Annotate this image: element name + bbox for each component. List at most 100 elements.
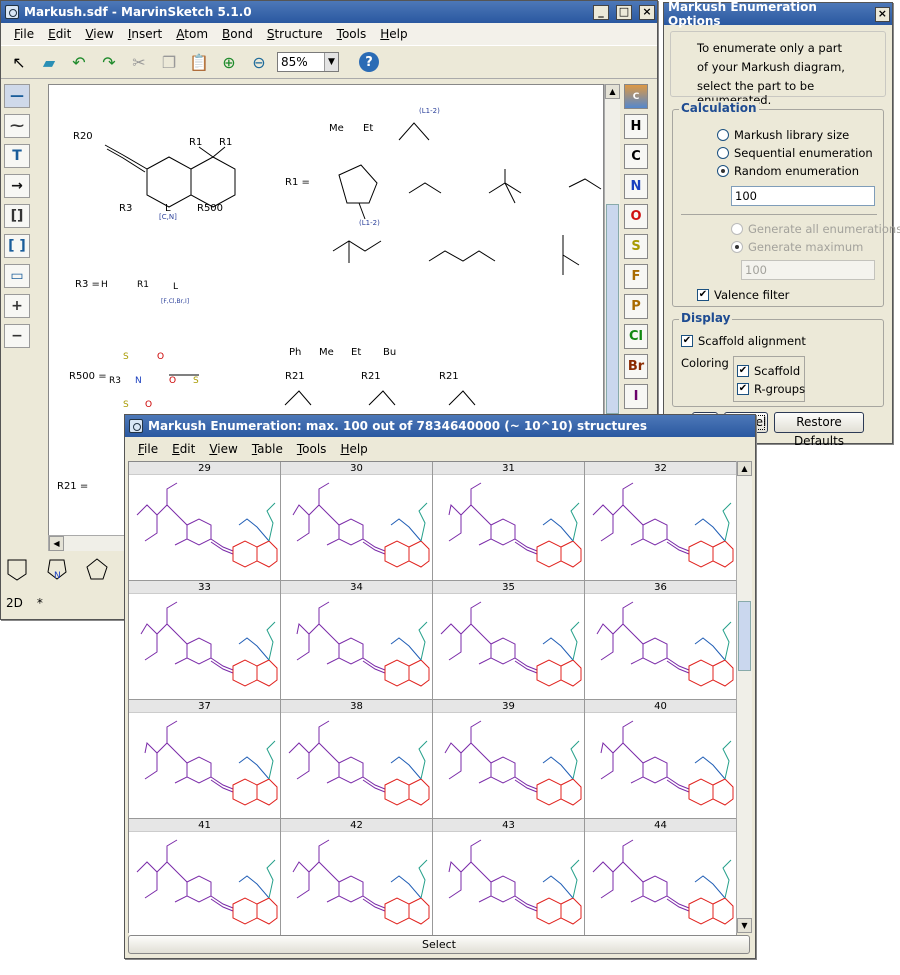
increase-charge-tool[interactable]: + (4, 294, 30, 318)
chevron-down-icon[interactable]: ▼ (324, 53, 338, 71)
menu-view[interactable]: View (78, 27, 120, 41)
select-button[interactable]: Select (128, 935, 750, 954)
structure-cell[interactable]: 44 (585, 819, 737, 938)
element-palette: C H C N O S F P Cl Br I (624, 84, 652, 409)
zoom-select[interactable]: 85% ▼ (277, 52, 339, 72)
element-br[interactable]: Br (624, 354, 648, 379)
minimize-button[interactable]: _ (593, 4, 609, 20)
element-cl[interactable]: Cl (624, 324, 648, 349)
menu-tools[interactable]: Tools (330, 27, 374, 41)
grid-scroll-up-icon[interactable]: ▲ (737, 461, 752, 476)
chain-tool[interactable]: ⁓ (4, 114, 30, 138)
radio-sequential[interactable]: Sequential enumeration (717, 146, 873, 160)
text-tool[interactable]: T (4, 144, 30, 168)
menu-bond[interactable]: Bond (215, 27, 260, 41)
bracket-n-tool[interactable]: [] (4, 204, 30, 228)
pyrrole-template-icon[interactable]: N (44, 556, 70, 582)
menu-help[interactable]: Help (373, 27, 414, 41)
enum-menu-view[interactable]: View (202, 442, 244, 456)
structure-cell[interactable]: 37 (129, 700, 281, 819)
structure-cell[interactable]: 41 (129, 819, 281, 938)
grid-scroll-thumb[interactable] (738, 601, 751, 671)
grid-scroll-down-icon[interactable]: ▼ (737, 918, 752, 933)
undo-icon[interactable]: ↶ (67, 50, 91, 74)
structure-cell[interactable]: 29 (129, 462, 281, 581)
radio-generate-all[interactable]: Generate all enumerations (731, 222, 900, 236)
decrease-charge-tool[interactable]: − (4, 324, 30, 348)
canvas-horizontal-scrollbar[interactable]: ◀ (48, 535, 128, 551)
structure-cell[interactable]: 31 (433, 462, 585, 581)
element-o[interactable]: O (624, 204, 648, 229)
checkmark-icon: ✔ (681, 335, 693, 347)
arrow-tool[interactable]: → (4, 174, 30, 198)
menu-structure[interactable]: Structure (260, 27, 330, 41)
structure-cell[interactable]: 36 (585, 581, 737, 700)
enum-menu-tools[interactable]: Tools (290, 442, 334, 456)
menu-edit[interactable]: Edit (41, 27, 78, 41)
rectangle-tool[interactable]: ▭ (4, 264, 30, 288)
radio-random[interactable]: Random enumeration (717, 164, 859, 178)
scroll-up-icon[interactable]: ▲ (605, 84, 620, 99)
options-close-button[interactable]: × (874, 6, 890, 22)
max-count-field[interactable]: 100 (741, 260, 875, 280)
redo-icon[interactable]: ↷ (97, 50, 121, 74)
select-arrow-icon[interactable]: ↖ (7, 50, 31, 74)
element-f[interactable]: F (624, 264, 648, 289)
element-i[interactable]: I (624, 384, 648, 409)
enumeration-count-field[interactable]: 100 (731, 186, 875, 206)
structure-cell[interactable]: 33 (129, 581, 281, 700)
maximize-button[interactable]: □ (616, 4, 632, 20)
structure-cell[interactable]: 35 (433, 581, 585, 700)
grid-vertical-scrollbar[interactable]: ▲ ▼ (736, 461, 752, 933)
structure-cell[interactable]: 34 (281, 581, 433, 700)
zoom-out-icon[interactable]: ⊖ (247, 50, 271, 74)
copy-icon[interactable]: ❐ (157, 50, 181, 74)
restore-defaults-button[interactable]: Restore Defaults (774, 412, 864, 448)
eraser-icon[interactable]: ▰ (37, 50, 61, 74)
bracket-tool[interactable]: [ ] (4, 234, 30, 258)
enumeration-title-bar[interactable]: Markush Enumeration: max. 100 out of 783… (125, 415, 755, 437)
main-title-bar[interactable]: Markush.sdf - MarvinSketch 5.1.0 _ □ × (1, 1, 657, 23)
close-button[interactable]: × (639, 4, 655, 20)
coloring-rgroups-checkbox[interactable]: ✔ R-groups (737, 382, 805, 396)
menu-insert[interactable]: Insert (121, 27, 169, 41)
radio-library-size[interactable]: Markush library size (717, 128, 849, 142)
label-bu: Bu (383, 347, 396, 358)
structure-cell[interactable]: 42 (281, 819, 433, 938)
single-bond-tool[interactable]: — (4, 84, 30, 108)
structure-cell[interactable]: 43 (433, 819, 585, 938)
help-icon[interactable]: ? (359, 52, 379, 72)
structure-cell-number: 35 (433, 581, 584, 594)
scroll-thumb[interactable] (606, 204, 619, 414)
structure-cell[interactable]: 40 (585, 700, 737, 819)
radio-generate-max[interactable]: Generate maximum (731, 240, 863, 254)
coloring-scaffold-checkbox[interactable]: ✔ Scaffold (737, 364, 800, 378)
element-c[interactable]: C (624, 144, 648, 169)
element-n[interactable]: N (624, 174, 648, 199)
enum-menu-help[interactable]: Help (333, 442, 374, 456)
enum-menu-file[interactable]: File (131, 442, 165, 456)
structure-cell[interactable]: 39 (433, 700, 585, 819)
label-s1: S (123, 352, 129, 362)
cyclopentane-template-icon[interactable] (84, 556, 110, 582)
element-p[interactable]: P (624, 294, 648, 319)
paste-icon[interactable]: 📋 (187, 50, 211, 74)
options-title-bar[interactable]: Markush Enumeration Options × (664, 0, 892, 28)
scroll-left-icon[interactable]: ◀ (49, 536, 64, 551)
menu-file[interactable]: File (7, 27, 41, 41)
scaffold-alignment-checkbox[interactable]: ✔ Scaffold alignment (681, 334, 806, 348)
label-o1: O (157, 352, 164, 362)
element-h[interactable]: H (624, 114, 648, 139)
structure-cell[interactable]: 38 (281, 700, 433, 819)
pentagon-template-icon[interactable] (4, 556, 30, 582)
element-s[interactable]: S (624, 234, 648, 259)
cut-icon[interactable]: ✂ (127, 50, 151, 74)
enum-menu-edit[interactable]: Edit (165, 442, 202, 456)
valence-filter-checkbox[interactable]: ✔ Valence filter (697, 288, 789, 302)
zoom-in-icon[interactable]: ⊕ (217, 50, 241, 74)
structure-cell[interactable]: 32 (585, 462, 737, 581)
menu-atom[interactable]: Atom (169, 27, 215, 41)
enum-menu-table[interactable]: Table (245, 442, 290, 456)
periodic-table-icon[interactable]: C (624, 84, 648, 109)
structure-cell[interactable]: 30 (281, 462, 433, 581)
